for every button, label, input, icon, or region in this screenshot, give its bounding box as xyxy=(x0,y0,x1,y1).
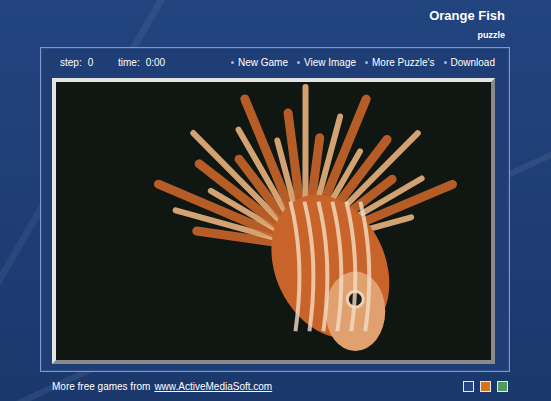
menu-link[interactable]: More Puzzle's xyxy=(365,57,435,69)
footer-label: More free games from xyxy=(52,381,150,393)
footer: More free games from www.ActiveMediaSoft.… xyxy=(0,372,551,401)
theme-picker xyxy=(463,381,508,392)
game-subtitle: puzzle xyxy=(477,29,505,41)
site-link[interactable]: www.ActiveMediaSoft.com xyxy=(154,381,272,393)
menu-label[interactable]: View Image xyxy=(304,57,356,69)
bullet-icon xyxy=(365,61,368,64)
puzzle-image[interactable] xyxy=(52,78,495,364)
header: Orange Fish puzzle xyxy=(0,0,551,47)
fish-photo xyxy=(56,82,491,360)
game-panel: step: 0 time: 0:00 New Game View Image More Pu… xyxy=(40,47,510,372)
footer-text: More free games from www.ActiveMediaSoft.… xyxy=(52,381,272,393)
stat: time: 0:00 xyxy=(118,57,176,69)
bullet-icon xyxy=(231,61,234,64)
menu-label[interactable]: More Puzzle's xyxy=(372,57,435,69)
stat: step: 0 xyxy=(60,57,118,69)
theme-swatch[interactable] xyxy=(480,381,491,392)
stat-value: 0:00 xyxy=(146,57,165,68)
stat-label: time: xyxy=(118,57,140,68)
game-title: Orange Fish xyxy=(429,8,505,24)
menu-link[interactable]: New Game xyxy=(231,57,288,69)
menu-link[interactable]: View Image xyxy=(297,57,356,69)
menu-label[interactable]: Download xyxy=(451,57,495,69)
toolbar: step: 0 time: 0:00 New Game View Image More Pu… xyxy=(52,48,495,78)
theme-swatch[interactable] xyxy=(497,381,508,392)
bullet-icon xyxy=(297,61,300,64)
bullet-icon xyxy=(444,61,447,64)
theme-swatch[interactable] xyxy=(463,381,474,392)
menu: New Game View Image More Puzzle's Download xyxy=(231,57,495,69)
menu-link[interactable]: Download xyxy=(444,57,495,69)
menu-label[interactable]: New Game xyxy=(238,57,288,69)
stat-value: 0 xyxy=(88,57,94,68)
stat-label: step: xyxy=(60,57,82,68)
